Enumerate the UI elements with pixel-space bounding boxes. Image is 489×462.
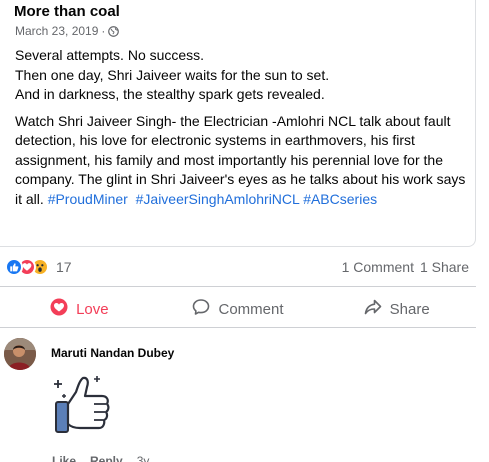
divider [0,327,476,328]
post-date[interactable]: March 23, 2019 [15,24,98,38]
divider [0,286,476,287]
post-line-1: Several attempts. No success. [15,47,205,63]
share-icon [364,298,382,320]
engagement-counts: 1 Comment 1 Share [342,259,469,275]
share-count-link[interactable]: 1 Share [420,259,469,275]
comment-label: Comment [218,300,284,318]
comment-reply-button[interactable]: Reply [90,454,123,462]
hashtag-link[interactable]: #ProudMiner [48,191,128,207]
share-label: Share [389,300,430,318]
post-body: Several attempts. No success. Then one d… [15,46,470,216]
post-actions: Love Comment Share [0,291,476,327]
post-title[interactable]: More than coal [14,3,120,20]
post-card: More than coal March 23, 2019 · Several … [0,0,476,247]
like-icon [5,258,23,276]
hashtag-link[interactable]: #JaiveerSinghAmlohriNCL [136,191,300,207]
meta-separator: · [101,24,106,38]
hashtag-link[interactable]: #ABCseries [303,191,377,207]
comment-actions: Like Reply 3y [52,454,149,462]
love-label: Love [76,300,109,318]
globe-icon [108,25,120,37]
post-line-3: And in darkness, the stealthy spark gets… [15,86,325,102]
post-line-2: Then one day, Shri Jaiveer waits for the… [15,66,330,83]
love-button[interactable]: Love [0,291,159,327]
comment-count-link[interactable]: 1 Comment [342,259,414,275]
reaction-count: 17 [56,259,72,275]
thumbs-up-sticker-icon [50,372,114,438]
comment-button[interactable]: Comment [159,291,318,327]
share-button[interactable]: Share [317,291,476,327]
comment-timestamp[interactable]: 3y [137,454,150,462]
comment-author[interactable]: Maruti Nandan Dubey [51,346,174,360]
reaction-summary[interactable]: 17 [5,258,72,276]
comment-icon [192,298,210,320]
post-paragraph-2: Watch Shri Jaiveer Singh- the Electricia… [15,112,470,210]
post-paragraph-1: Several attempts. No success. Then one d… [15,46,470,105]
avatar[interactable] [4,338,36,370]
love-icon [50,298,68,320]
comment-like-button[interactable]: Like [52,454,76,462]
post-meta: March 23, 2019 · [15,24,120,38]
post-stats: 17 1 Comment 1 Share [0,255,476,279]
